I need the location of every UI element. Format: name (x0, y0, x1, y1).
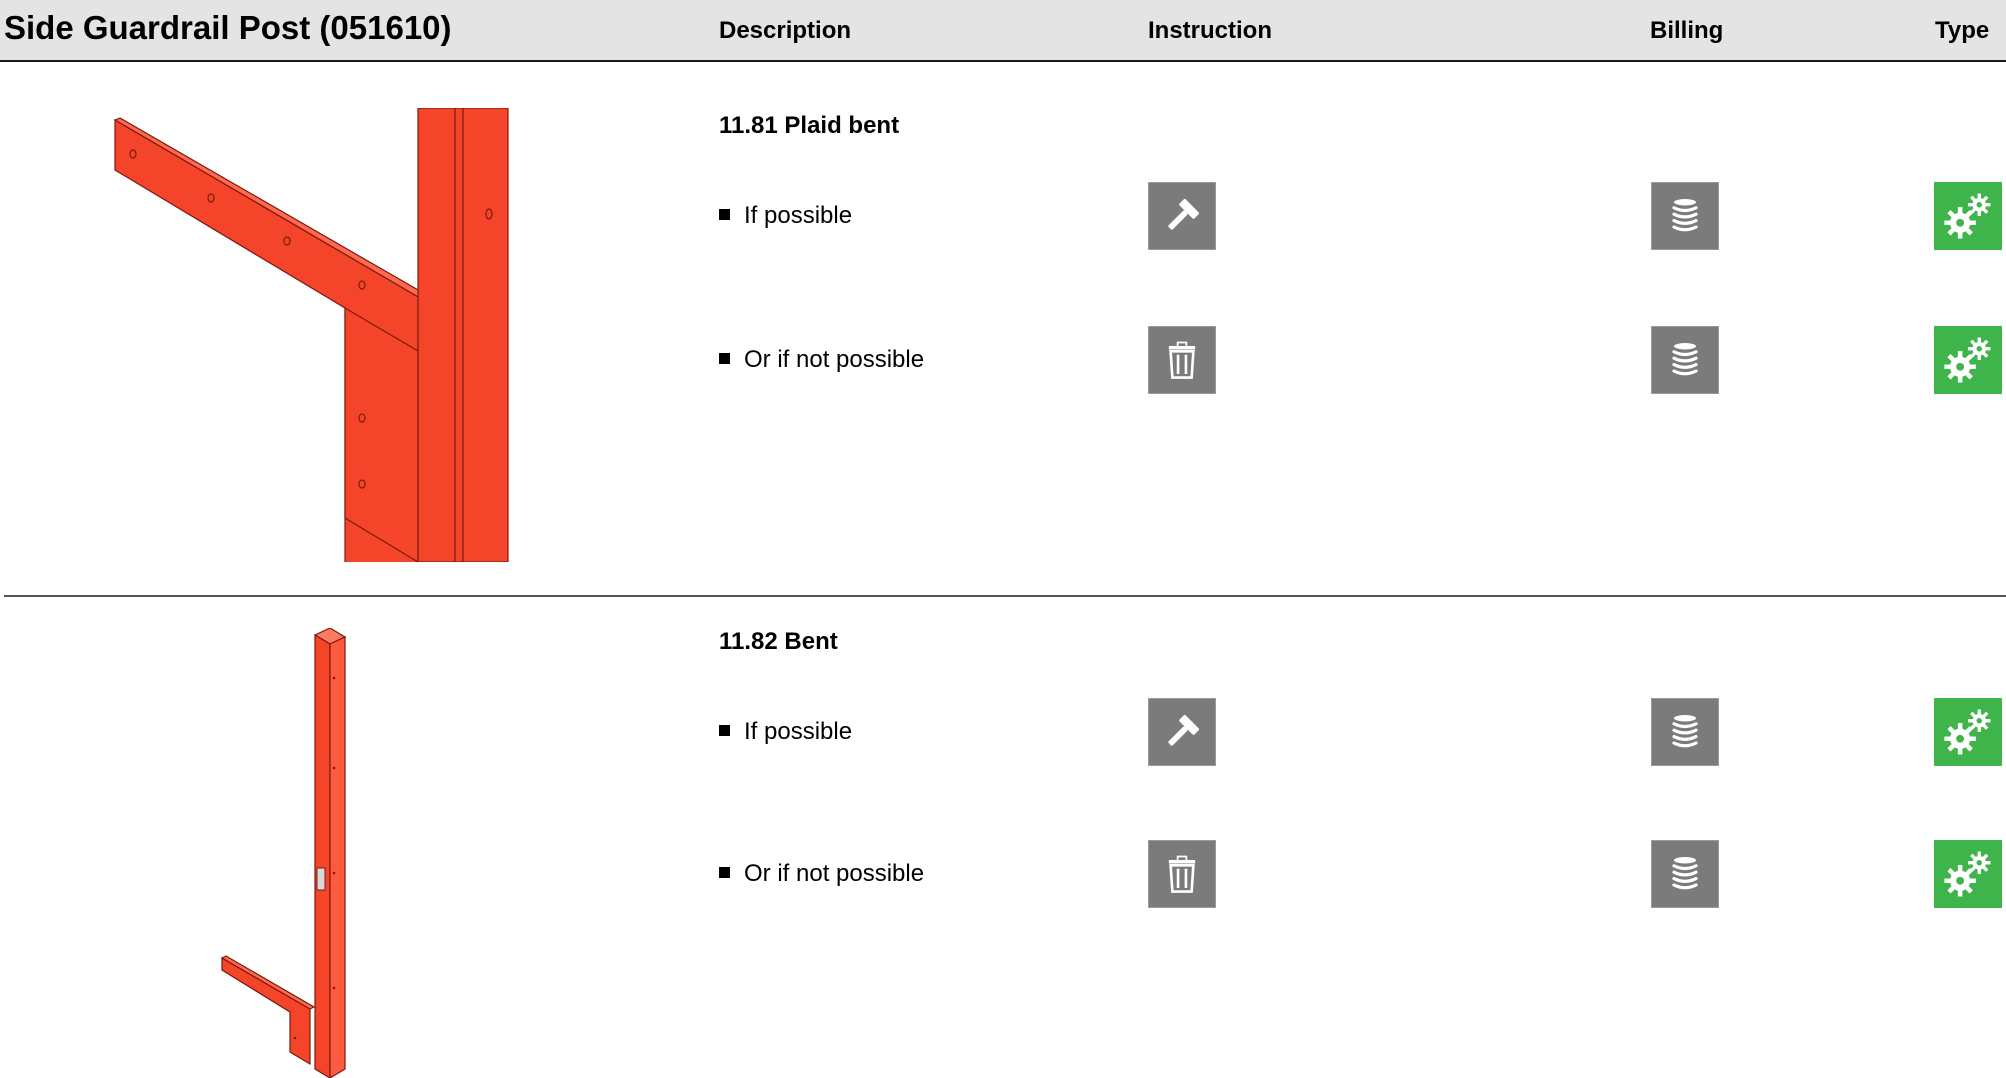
item-title: 11.81 Plaid bent (719, 112, 900, 139)
trash-icon[interactable] (1148, 840, 1216, 908)
list-item: Or if not possible (0, 840, 2006, 910)
gears-icon[interactable] (1934, 698, 2002, 766)
coin-stack-icon[interactable] (1651, 182, 1719, 250)
list-item: Or if not possible (0, 326, 2006, 396)
list-item: If possible (0, 698, 2006, 768)
gears-icon[interactable] (1934, 326, 2002, 394)
coin-stack-icon[interactable] (1651, 840, 1719, 908)
column-header-type: Type (1935, 17, 1990, 44)
column-header-billing: Billing (1650, 17, 1724, 44)
section-bent: 11.82 Bent If possible Or if not possibl… (0, 598, 2006, 1078)
hammer-icon[interactable] (1148, 182, 1216, 250)
option-label: Or if not possible (744, 346, 925, 373)
column-header-description: Description (719, 17, 852, 44)
bullet-square (719, 353, 730, 365)
bullet-square (719, 725, 730, 737)
list-item: If possible (0, 182, 2006, 252)
bullet-square (719, 867, 730, 879)
section-divider (4, 595, 2006, 597)
hammer-icon[interactable] (1148, 698, 1216, 766)
trash-icon[interactable] (1148, 326, 1216, 394)
page-title: Side Guardrail Post (051610) (4, 9, 452, 46)
gears-icon[interactable] (1934, 182, 2002, 250)
coin-stack-icon[interactable] (1651, 698, 1719, 766)
option-label: If possible (744, 202, 853, 229)
section-plaid-bent: 11.81 Plaid bent If possible Or if not p… (0, 62, 2006, 596)
item-title: 11.82 Bent (719, 628, 838, 655)
gears-icon[interactable] (1934, 840, 2002, 908)
table-header: Side Guardrail Post (051610) Description… (0, 0, 2006, 62)
bullet-square (719, 209, 730, 221)
option-label: If possible (744, 718, 853, 745)
coin-stack-icon[interactable] (1651, 326, 1719, 394)
column-header-instruction: Instruction (1148, 17, 1272, 44)
option-label: Or if not possible (744, 860, 925, 887)
